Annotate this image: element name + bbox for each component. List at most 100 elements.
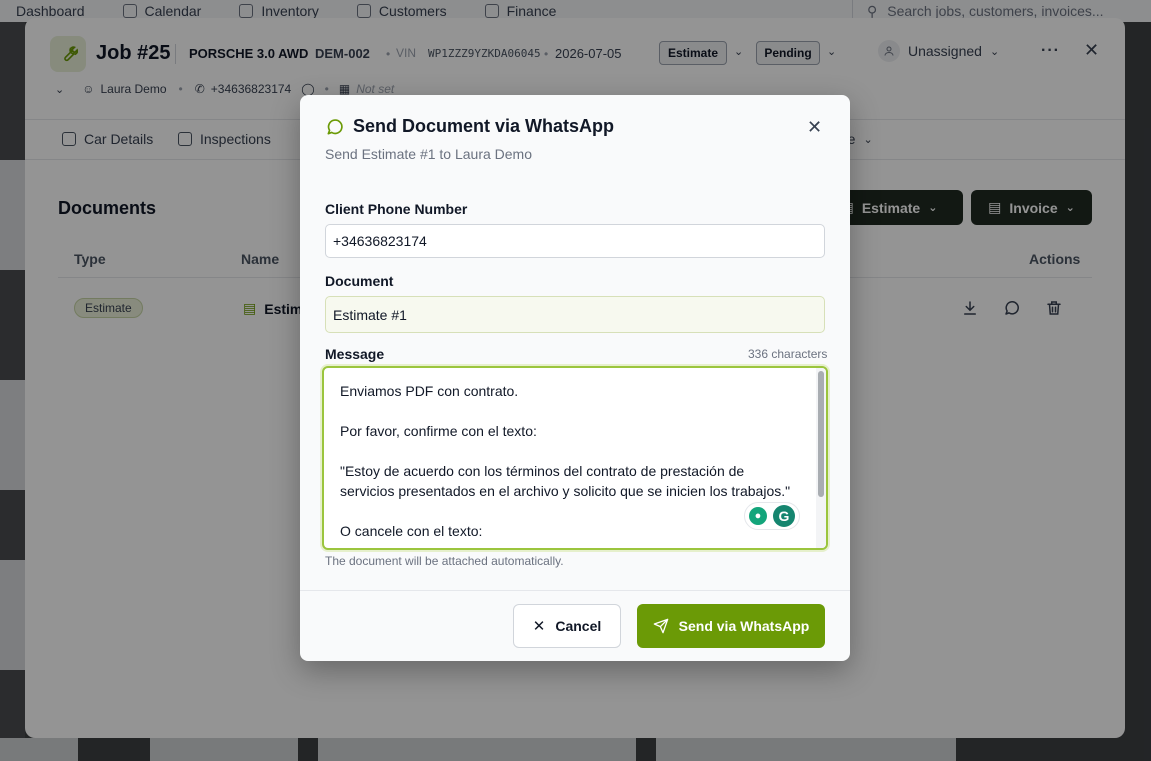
background-job-card bbox=[0, 380, 25, 490]
document-name-link[interactable]: ▤ Estim bbox=[243, 300, 302, 317]
car-model: PORSCHE 3.0 AWD bbox=[189, 46, 309, 61]
tab-inspections[interactable]: Inspections bbox=[178, 131, 271, 147]
close-icon[interactable]: ✕ bbox=[807, 117, 822, 138]
search-placeholder: Search jobs, customers, invoices... bbox=[887, 3, 1104, 19]
lightbulb-icon[interactable]: ● bbox=[749, 507, 767, 525]
assignee-selector[interactable]: Unassigned ⌄ bbox=[878, 40, 999, 62]
job-date: 2026-07-05 bbox=[555, 46, 622, 61]
column-header-name: Name bbox=[241, 251, 280, 267]
nav-inventory-label: Inventory bbox=[261, 3, 319, 19]
message-circle-icon bbox=[327, 118, 343, 134]
chevron-down-icon[interactable]: ⌄ bbox=[827, 45, 836, 58]
chevron-down-icon: ⌄ bbox=[928, 202, 938, 214]
wrench-icon bbox=[50, 36, 86, 72]
separator-dot: • bbox=[178, 82, 183, 96]
document-type-badge: Estimate bbox=[74, 298, 143, 318]
nav-dashboard[interactable]: Dashboard bbox=[16, 3, 85, 19]
inventory-icon bbox=[239, 4, 254, 18]
attachment-help-text: The document will be attached automatica… bbox=[325, 554, 564, 568]
x-icon: ✕ bbox=[532, 618, 546, 635]
calendar-icon bbox=[122, 4, 137, 18]
whatsapp-send-icon[interactable] bbox=[1003, 299, 1021, 317]
documents-heading: Documents bbox=[58, 198, 157, 218]
estimate-status-button[interactable]: Estimate bbox=[659, 41, 727, 65]
tab-label: Inspections bbox=[200, 131, 271, 147]
nav-customers[interactable]: Customers bbox=[356, 3, 447, 19]
more-options-icon[interactable]: ··· bbox=[1041, 42, 1060, 60]
chevron-down-icon[interactable]: ⌄ bbox=[734, 45, 743, 58]
grammarly-widget[interactable]: ● G bbox=[744, 502, 800, 530]
background-bottom-card bbox=[318, 738, 636, 761]
chevron-down-icon[interactable]: ⌄ bbox=[55, 83, 64, 96]
send-whatsapp-button[interactable]: Send via WhatsApp bbox=[637, 604, 825, 648]
background-bottom-card bbox=[150, 738, 298, 761]
trash-icon[interactable] bbox=[1045, 299, 1063, 317]
column-header-actions: Actions bbox=[1029, 251, 1081, 267]
background-job-card bbox=[0, 560, 25, 670]
nav-finance-label: Finance bbox=[506, 3, 557, 19]
car-plate: DEM-002 bbox=[315, 46, 370, 61]
whatsapp-icon[interactable]: ◯ bbox=[301, 82, 314, 96]
invoice-create-button[interactable]: ▤ Invoice ⌄ bbox=[971, 190, 1092, 225]
estimate-button-label: Estimate bbox=[861, 199, 921, 216]
phone-field-label: Client Phone Number bbox=[325, 201, 468, 217]
assignee-label: Unassigned bbox=[908, 43, 982, 59]
cancel-button[interactable]: ✕ Cancel bbox=[513, 604, 621, 648]
chevron-down-icon: ⌄ bbox=[989, 45, 1000, 58]
grammarly-icon[interactable]: G bbox=[773, 505, 795, 527]
document-name: Estim bbox=[264, 300, 303, 317]
nav-inventory[interactable]: Inventory bbox=[239, 3, 319, 19]
send-whatsapp-dialog: Send Document via WhatsApp Send Estimate… bbox=[300, 95, 850, 661]
chevron-down-icon: ⌄ bbox=[863, 133, 873, 146]
tab-label: Car Details bbox=[84, 131, 154, 147]
cancel-button-label: Cancel bbox=[555, 618, 602, 634]
divider bbox=[175, 44, 176, 64]
customers-icon bbox=[356, 4, 371, 18]
message-scrollbar[interactable] bbox=[816, 368, 826, 548]
dialog-subtitle: Send Estimate #1 to Laura Demo bbox=[325, 146, 533, 162]
document-field: Estimate #1 bbox=[325, 296, 825, 333]
job-title: Job #25 bbox=[96, 42, 171, 64]
customer-phone[interactable]: +34636823174 bbox=[211, 82, 291, 96]
dialog-title-text: Send Document via WhatsApp bbox=[353, 116, 615, 136]
calendar-icon: ▦ bbox=[338, 82, 351, 96]
footer-divider bbox=[300, 590, 850, 591]
invoice-button-label: Invoice bbox=[1009, 199, 1058, 216]
pending-status-button[interactable]: Pending bbox=[756, 41, 820, 65]
separator-dot: • bbox=[544, 47, 549, 61]
separator-dot: • bbox=[386, 47, 391, 61]
nav-dashboard-label: Dashboard bbox=[16, 3, 85, 19]
vin-value: WP1ZZZ9YZKDA06045 bbox=[428, 47, 541, 60]
job-contact-row: ⌄ ☺ Laura Demo • ✆ +34636823174 ◯ • ▦ No… bbox=[55, 82, 394, 96]
character-count: 336 characters bbox=[748, 347, 828, 361]
background-bottom-card bbox=[656, 738, 956, 761]
message-text: Enviamos PDF con contrato. Por favor, co… bbox=[340, 383, 791, 539]
finance-icon bbox=[484, 4, 499, 18]
send-button-label: Send via WhatsApp bbox=[678, 618, 810, 634]
message-textarea[interactable]: Enviamos PDF con contrato. Por favor, co… bbox=[322, 366, 828, 550]
user-icon bbox=[878, 40, 900, 62]
separator-dot: • bbox=[324, 82, 329, 96]
search-icon: ⚲ bbox=[867, 2, 878, 19]
invoice-icon: ▤ bbox=[988, 199, 1002, 215]
tab-car-details[interactable]: Car Details bbox=[62, 131, 153, 147]
scrollbar-thumb[interactable] bbox=[818, 371, 824, 497]
nav-customers-label: Customers bbox=[378, 3, 447, 19]
background-job-card bbox=[0, 160, 25, 270]
customer-name[interactable]: Laura Demo bbox=[100, 82, 166, 96]
due-date[interactable]: Not set bbox=[356, 82, 394, 96]
document-field-label: Document bbox=[325, 273, 394, 289]
phone-icon: ✆ bbox=[194, 82, 205, 96]
car-icon bbox=[62, 132, 76, 146]
close-icon[interactable]: ✕ bbox=[1084, 40, 1099, 61]
vin-label: VIN bbox=[396, 46, 417, 60]
download-icon[interactable] bbox=[961, 299, 979, 317]
chevron-down-icon: ⌄ bbox=[1065, 202, 1075, 214]
file-icon: ▤ bbox=[243, 300, 257, 316]
send-icon bbox=[653, 618, 668, 634]
nav-finance[interactable]: Finance bbox=[484, 3, 557, 19]
column-header-type: Type bbox=[74, 251, 106, 267]
nav-calendar[interactable]: Calendar bbox=[122, 3, 202, 19]
nav-calendar-label: Calendar bbox=[144, 3, 202, 19]
phone-number-input[interactable]: +34636823174 bbox=[325, 224, 825, 258]
